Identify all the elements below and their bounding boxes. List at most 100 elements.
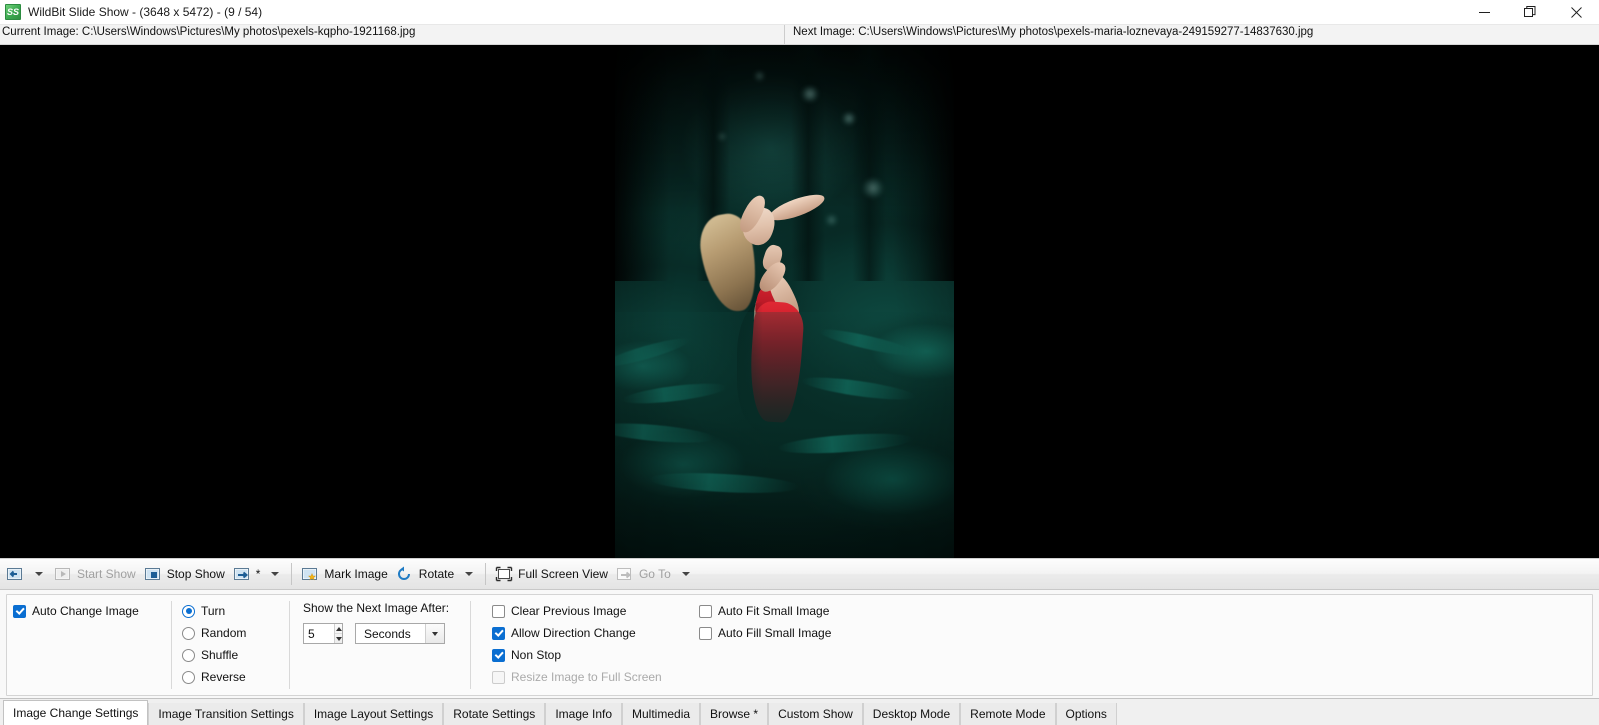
mark-image-icon [301,566,319,582]
close-button[interactable] [1553,0,1599,24]
radio-shuffle-label: Shuffle [201,648,238,662]
fern-frond [621,379,727,407]
stepper-up-button[interactable] [335,624,342,634]
chevron-down-icon [35,572,43,576]
window-controls [1461,0,1599,24]
mark-image-label: Mark Image [324,568,387,580]
tab-image-transition-settings[interactable]: Image Transition Settings [148,703,303,725]
triangle-down-icon [336,637,342,641]
settings-divider [289,601,290,689]
image-path-bar: Current Image: C:\Users\Windows\Pictures… [0,25,1599,45]
non-stop-checkbox[interactable]: Non Stop [492,644,662,666]
checkbox-box [699,605,712,618]
display-options-column: Clear Previous Image Allow Direction Cha… [492,600,662,688]
tab-desktop-mode[interactable]: Desktop Mode [863,703,960,725]
resize-image-to-full-screen-checkbox[interactable]: Resize Image to Full Screen [492,666,662,688]
start-show-button[interactable]: Start Show [50,561,140,587]
rotate-dropdown[interactable] [458,561,480,587]
clear-previous-image-checkbox[interactable]: Clear Previous Image [492,600,662,622]
interval-value-stepper[interactable] [303,623,343,644]
checkbox-box [492,671,505,684]
small-image-options-column: Auto Fit Small Image Auto Fill Small Ima… [699,600,831,644]
radio-turn[interactable]: Turn [182,600,246,622]
fern-frond [801,373,917,404]
tab-image-layout-settings[interactable]: Image Layout Settings [304,703,443,725]
path-divider [784,25,785,44]
minimize-button[interactable] [1461,0,1507,24]
tab-custom-show[interactable]: Custom Show [768,703,863,725]
auto-change-image-label: Auto Change Image [32,604,139,618]
slideshow-app-window: SS WildBit Slide Show - (3648 x 5472) - … [0,0,1599,725]
chevron-down-icon [432,632,438,636]
tab-browse[interactable]: Browse * [700,703,768,725]
full-screen-view-button[interactable]: Full Screen View [491,561,612,587]
stepper-down-button[interactable] [335,634,342,643]
image-change-settings-panel: Auto Change Image Turn Random Shuffle [0,590,1599,698]
rotate-button[interactable]: Rotate [392,561,458,587]
checkbox-box [492,627,505,640]
window-title: WildBit Slide Show - (3648 x 5472) - (9 … [28,5,262,19]
toolbar-separator [485,563,486,585]
radio-button [182,627,195,640]
auto-change-image-checkbox[interactable]: Auto Change Image [13,600,139,622]
allow-direction-change-label: Allow Direction Change [511,626,636,640]
previous-image-dropdown[interactable] [28,561,50,587]
mark-image-button[interactable]: Mark Image [297,561,391,587]
stop-show-label: Stop Show [167,568,225,580]
auto-fill-small-image-checkbox[interactable]: Auto Fill Small Image [699,622,831,644]
change-mode-radio-group: Turn Random Shuffle Reverse [182,600,246,688]
interval-unit-dropdown-button[interactable] [425,624,444,643]
fern-frond [777,430,913,456]
rotate-label: Rotate [419,568,454,580]
stepper-buttons[interactable] [334,624,342,643]
title-bar: SS WildBit Slide Show - (3648 x 5472) - … [0,0,1599,25]
radio-button [182,671,195,684]
fern-frond [649,470,800,496]
previous-image-icon [6,566,24,582]
restore-button[interactable] [1507,0,1553,24]
auto-fit-small-image-label: Auto Fit Small Image [718,604,829,618]
next-image-dropdown[interactable] [264,561,286,587]
start-show-icon [54,566,72,582]
tab-image-info[interactable]: Image Info [545,703,622,725]
subject-upper-arm [766,189,826,225]
tab-multimedia[interactable]: Multimedia [622,703,700,725]
radio-random[interactable]: Random [182,622,246,644]
settings-divider [171,601,172,689]
tab-rotate-settings[interactable]: Rotate Settings [443,703,545,725]
allow-direction-change-checkbox[interactable]: Allow Direction Change [492,622,662,644]
checkbox-box [492,605,505,618]
chevron-down-icon [682,572,690,576]
full-screen-view-label: Full Screen View [518,568,608,580]
radio-reverse[interactable]: Reverse [182,666,246,688]
settings-frame: Auto Change Image Turn Random Shuffle [6,594,1593,696]
toolbar-separator [291,563,292,585]
radio-reverse-label: Reverse [201,670,246,684]
app-icon: SS [5,4,21,20]
previous-image-button[interactable] [2,561,28,587]
interval-unit-select[interactable]: Seconds [355,623,445,644]
tab-image-change-settings[interactable]: Image Change Settings [3,700,148,725]
chevron-down-icon [465,572,473,576]
non-stop-label: Non Stop [511,648,561,662]
next-image-button[interactable]: * [229,561,265,587]
triangle-up-icon [336,627,342,631]
current-image[interactable] [615,45,954,558]
settings-tab-bar: Image Change Settings Image Transition S… [0,698,1599,725]
go-to-dropdown[interactable] [675,561,697,587]
radio-button [182,605,195,618]
interval-label: Show the Next Image After: [303,601,449,615]
next-image-icon [233,566,251,582]
auto-fit-small-image-checkbox[interactable]: Auto Fit Small Image [699,600,831,622]
chevron-down-icon [271,572,279,576]
minimize-icon [1479,7,1490,18]
tab-options[interactable]: Options [1056,703,1117,725]
go-to-button[interactable]: Go To [612,561,675,587]
fern-frond [615,420,715,446]
radio-shuffle[interactable]: Shuffle [182,644,246,666]
tab-remote-mode[interactable]: Remote Mode [960,703,1055,725]
photo-foliage [615,312,954,558]
interval-value-input[interactable] [304,624,334,643]
stop-show-button[interactable]: Stop Show [140,561,229,587]
image-viewer[interactable] [0,45,1599,558]
